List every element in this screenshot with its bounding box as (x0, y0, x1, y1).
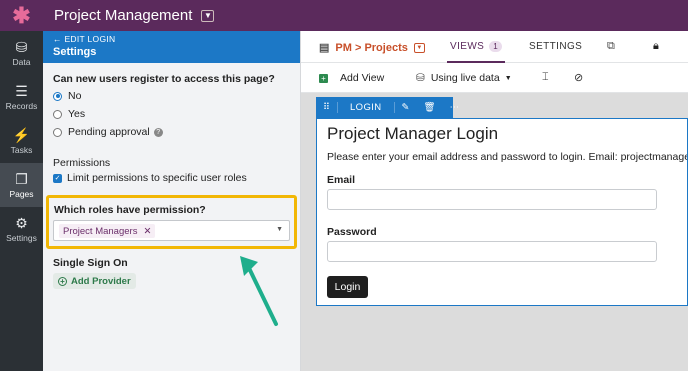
radio-label: No (68, 90, 82, 102)
radio-no[interactable]: No (53, 90, 81, 102)
permissions-label: Permissions (53, 157, 111, 169)
login-title: Project Manager Login (327, 124, 499, 143)
records-icon: ☰ (15, 82, 28, 99)
settings-icon: ⚙ (15, 214, 28, 231)
radio-label: Pending approval (68, 126, 150, 138)
annotation-arrow-icon (240, 256, 278, 326)
more-options-icon[interactable]: ⋯ (443, 102, 467, 113)
chevron-down-icon[interactable]: ▼ (413, 42, 425, 53)
views-count-badge: 1 (489, 41, 503, 52)
registration-question: Can new users register to access this pa… (53, 73, 275, 85)
edit-login-back-link[interactable]: ← EDIT LOGIN (53, 34, 290, 44)
asterisk-logo-icon[interactable]: ✱ (0, 0, 43, 31)
remove-chip-close-icon[interactable]: ✕ (143, 226, 151, 237)
sso-label: Single Sign On (53, 257, 128, 269)
email-field[interactable] (327, 189, 657, 210)
radio-icon[interactable] (53, 109, 62, 119)
dropdown-caret-icon[interactable]: ▼ (276, 226, 283, 233)
tab-views[interactable]: VIEWS 1 (447, 31, 506, 63)
view-name: LOGIN (336, 102, 395, 113)
add-view-button[interactable]: + Add View (319, 72, 384, 84)
checkbox-checked-icon[interactable]: ✓ (53, 173, 62, 183)
nav-item-label: Tasks (10, 144, 33, 155)
password-label: Password (327, 226, 377, 238)
left-nav: ⛁ Data ☰ Records ⚡ Tasks ❐ Pages ⚙ Setti… (0, 31, 43, 371)
limit-permissions-checkbox-row[interactable]: ✓ Limit permissions to specific user rol… (53, 172, 247, 184)
nav-item-records[interactable]: ☰ Records (0, 75, 43, 119)
database-icon: ⛁ (416, 72, 425, 84)
limit-permissions-label: Limit permissions to specific user roles (67, 172, 247, 184)
login-view: Project Manager Login Please enter your … (316, 118, 688, 306)
document-icon: ▤ (319, 42, 330, 54)
add-view-label: Add View (340, 72, 385, 84)
nav-item-label: Records (5, 100, 38, 111)
nav-item-label: Pages (9, 188, 34, 199)
plus-icon: + (319, 73, 328, 83)
drag-handle-icon[interactable]: ⠿ (316, 102, 337, 113)
plus-circle-icon: + (58, 276, 67, 286)
top-bar: ✱ Project Management ▼ (0, 0, 688, 31)
roles-select[interactable]: Project Managers ✕ ▼ (53, 220, 290, 241)
external-link-icon[interactable]: ⧉ (607, 40, 615, 53)
lock-icon[interactable]: 🔒︎ (653, 40, 659, 53)
text-cursor-icon[interactable]: ⌶ (542, 71, 549, 84)
panel-title: Settings (53, 46, 97, 58)
nav-item-data[interactable]: ⛁ Data (0, 31, 43, 75)
app-menu-chevron-down-icon[interactable]: ▼ (201, 9, 215, 22)
radio-selected-icon[interactable] (53, 91, 62, 101)
data-icon: ⛁ (15, 38, 28, 55)
panel-header: ← EDIT LOGIN Settings (43, 31, 300, 63)
add-provider-button[interactable]: + Add Provider (53, 273, 136, 289)
radio-pending-approval[interactable]: Pending approval ? (53, 126, 163, 138)
tab-views-label: VIEWS (450, 41, 485, 52)
page-canvas: ⠿ LOGIN ✎ 🗑︎ ⋯ Project Manager Login Ple… (301, 93, 688, 371)
data-mode-dropdown[interactable]: ⛁ Using live data ▼ (416, 72, 512, 84)
password-field[interactable] (327, 241, 657, 262)
nav-item-settings[interactable]: ⚙ Settings (0, 207, 43, 251)
nav-item-pages[interactable]: ❐ Pages (0, 163, 43, 207)
hide-visibility-icon[interactable]: ⊘ (574, 71, 583, 84)
page-selector-label: PM > Projects (335, 41, 408, 54)
view-controls-bar: ⠿ LOGIN ✎ 🗑︎ ⋯ (316, 97, 459, 118)
roles-label: Which roles have permission? (54, 204, 206, 216)
page-selector[interactable]: ▤ PM > Projects ▼ (319, 41, 425, 54)
nav-item-label: Data (12, 56, 31, 67)
tasks-icon: ⚡ (12, 126, 31, 143)
radio-yes[interactable]: Yes (53, 108, 85, 120)
trash-icon[interactable]: 🗑︎ (417, 102, 443, 113)
page-tabs: ▤ PM > Projects ▼ VIEWS 1 SETTINGS ⧉ 🔒︎ (301, 31, 688, 63)
role-chip-label: Project Managers (63, 225, 138, 237)
nav-item-label: Settings (6, 232, 37, 243)
login-button[interactable]: Login (327, 276, 368, 298)
role-chip: Project Managers ✕ (59, 224, 156, 238)
pencil-icon[interactable]: ✎ (395, 102, 417, 113)
radio-icon[interactable] (53, 127, 62, 137)
data-mode-label: Using live data (430, 72, 500, 84)
chevron-down-icon: ▼ (504, 74, 512, 82)
radio-label: Yes (68, 108, 86, 120)
view-toolbar: + Add View ⛁ Using live data ▼ ⌶ ⊘ (301, 63, 688, 93)
help-icon[interactable]: ? (153, 127, 163, 137)
login-description: Please enter your email address and pass… (327, 151, 688, 163)
tab-settings[interactable]: SETTINGS (529, 41, 582, 52)
roles-highlight-box: Which roles have permission? Project Man… (46, 195, 297, 249)
nav-item-tasks[interactable]: ⚡ Tasks (0, 119, 43, 163)
email-label: Email (327, 174, 356, 186)
app-title[interactable]: Project Management (54, 7, 192, 24)
pages-icon: ❐ (15, 170, 28, 187)
add-provider-label: Add Provider (71, 275, 131, 287)
